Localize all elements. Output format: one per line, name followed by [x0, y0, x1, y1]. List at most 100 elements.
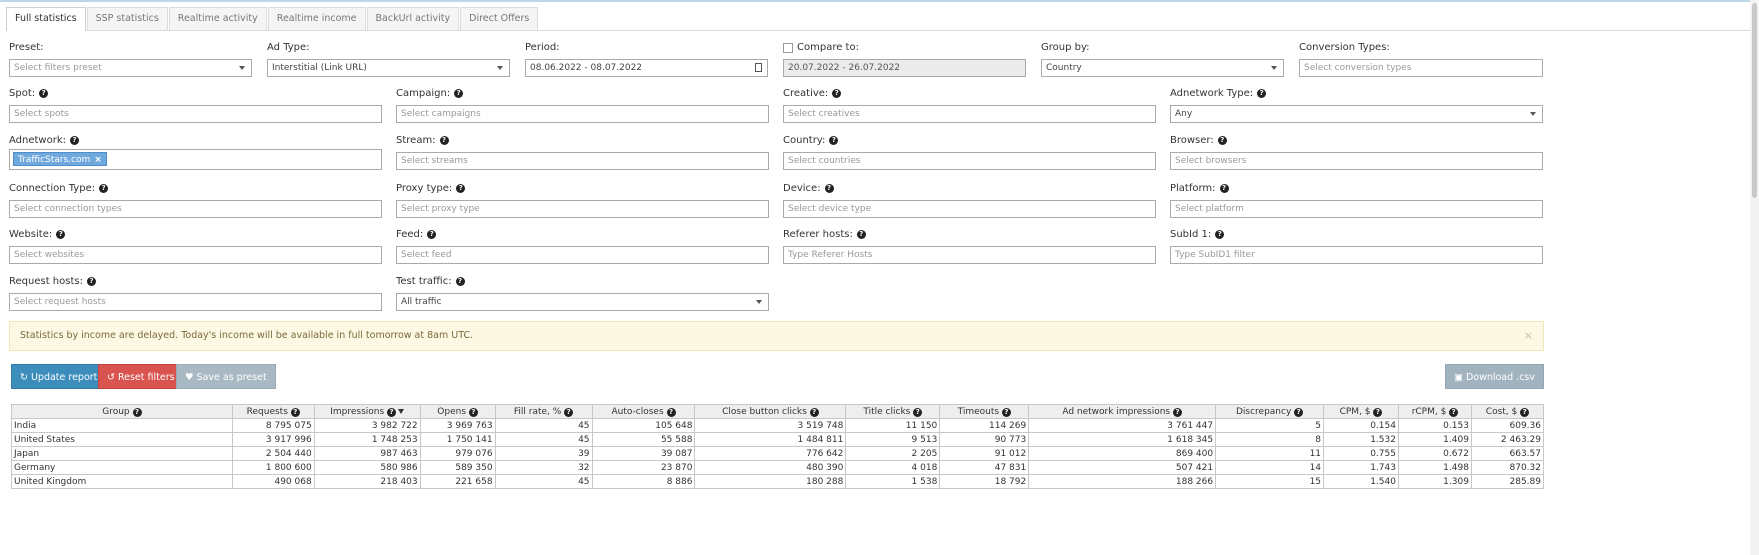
campaign-input[interactable]: Select campaigns [396, 105, 769, 123]
help-icon[interactable]: ? [86, 277, 96, 286]
help-icon[interactable]: ? [56, 230, 66, 239]
close-icon[interactable]: × [94, 155, 102, 165]
tab-full-statistics[interactable]: Full statistics [6, 7, 86, 31]
col-timeouts[interactable]: Timeouts ? [939, 404, 1030, 419]
tab-ssp-statistics[interactable]: SSP statistics [86, 7, 168, 30]
help-icon[interactable]: ? [1449, 407, 1459, 417]
adnetwork-tag-label: TrafficStars.com [18, 155, 91, 165]
help-icon[interactable]: ? [832, 89, 842, 98]
tab-backurl-activity[interactable]: BackUrl activity [366, 7, 460, 30]
scrollbar-thumb[interactable] [1752, 3, 1757, 198]
download-csv-button[interactable]: ▣ Download .csv [1444, 364, 1544, 389]
stream-input[interactable]: Select streams [396, 152, 769, 170]
close-icon[interactable]: × [1524, 322, 1533, 350]
compare-input[interactable]: 20.07.2022 - 26.07.2022 [783, 59, 1026, 77]
col-impressions[interactable]: Impressions ? [313, 404, 421, 419]
help-icon[interactable]: ? [1294, 407, 1304, 417]
help-icon[interactable]: ? [1257, 89, 1267, 98]
col-rcpm[interactable]: rCPM, $ ? [1397, 404, 1472, 419]
help-icon[interactable]: ? [1217, 136, 1227, 145]
group-by-select[interactable]: Country [1041, 59, 1284, 77]
spot-input[interactable]: Select spots [9, 105, 382, 123]
update-report-button[interactable]: ↻ Update report [11, 364, 107, 389]
col-opens[interactable]: Opens ? [419, 404, 496, 419]
help-icon[interactable]: ? [809, 407, 819, 417]
platform-input[interactable]: Select platform [1170, 200, 1543, 218]
stream-label-wrap: Stream:? [396, 135, 449, 146]
conversion-types-input[interactable]: Select conversion types [1299, 59, 1543, 77]
help-icon[interactable]: ? [455, 277, 465, 286]
proxy-type-input[interactable]: Select proxy type [396, 200, 769, 218]
help-icon[interactable]: ? [829, 136, 839, 145]
help-icon[interactable]: ? [132, 407, 142, 417]
col-close-button-clicks[interactable]: Close button clicks ? [694, 404, 847, 419]
browser-input[interactable]: Select browsers [1170, 152, 1543, 170]
adnetwork-type-select[interactable]: Any [1170, 105, 1543, 123]
feed-input[interactable]: Select feed [396, 246, 769, 264]
help-icon[interactable]: ? [454, 89, 464, 98]
device-input[interactable]: Select device type [783, 200, 1156, 218]
conversion-types-label: Conversion Types: [1299, 42, 1390, 53]
country-input[interactable]: Select countries [783, 152, 1156, 170]
preset-select[interactable]: Select filters preset [9, 59, 252, 77]
help-icon[interactable]: ? [70, 136, 79, 145]
download-icon: ▣ [1453, 372, 1463, 383]
col-ad-network-impressions[interactable]: Ad network impressions ? [1028, 404, 1217, 419]
help-icon[interactable]: ? [456, 184, 466, 193]
help-icon[interactable]: ? [1373, 407, 1383, 417]
help-icon[interactable]: ? [468, 407, 478, 417]
col-group[interactable]: Group ? [11, 404, 233, 419]
col-cost[interactable]: Cost, $ ? [1470, 404, 1545, 419]
col-auto-closes[interactable]: Auto-closes ? [591, 404, 696, 419]
browser-label: Browser: [1170, 135, 1214, 146]
help-icon[interactable]: ? [1215, 230, 1225, 239]
help-icon[interactable]: ? [39, 89, 49, 98]
help-icon[interactable]: ? [290, 407, 300, 417]
adnetwork-input[interactable]: TrafficStars.com × [9, 149, 382, 170]
test-traffic-select[interactable]: All traffic [396, 293, 769, 311]
table-row: India 8 795 075 3 982 722 3 969 763 45 105 64… [11, 418, 1545, 433]
tab-direct-offers[interactable]: Direct Offers [460, 7, 539, 30]
campaign-placeholder: Select campaigns [401, 109, 481, 119]
creative-input[interactable]: Select creatives [783, 105, 1156, 123]
help-icon[interactable]: ? [387, 407, 397, 417]
calendar-icon[interactable] [755, 63, 762, 72]
request-hosts-label: Request hosts: [9, 276, 83, 287]
help-icon[interactable]: ? [1219, 184, 1229, 193]
sort-desc-icon[interactable] [398, 408, 405, 414]
feed-label-wrap: Feed:? [396, 229, 437, 240]
col-requests[interactable]: Requests ? [231, 404, 315, 419]
tab-realtime-activity[interactable]: Realtime activity [168, 7, 267, 30]
website-input[interactable]: Select websites [9, 246, 382, 264]
stream-field: Stream:? Select streams [396, 135, 769, 171]
update-report-label: Update report [30, 372, 98, 383]
help-icon[interactable]: ? [427, 230, 437, 239]
help-icon[interactable]: ? [1001, 407, 1011, 417]
page-scrollbar[interactable] [1750, 0, 1759, 555]
col-fill-rate[interactable]: Fill rate, % ? [494, 404, 593, 419]
col-title-clicks[interactable]: Title clicks ? [845, 404, 941, 419]
creative-label: Creative: [783, 88, 829, 99]
help-icon[interactable]: ? [1173, 407, 1182, 417]
tab-realtime-income[interactable]: Realtime income [267, 7, 366, 30]
compare-checkbox[interactable] [783, 42, 793, 53]
connection-type-input[interactable]: Select connection types [9, 200, 382, 218]
save-preset-button[interactable]: ♥ Save as preset [176, 364, 276, 389]
referer-hosts-input[interactable]: Type Referer Hosts [783, 246, 1156, 264]
help-icon[interactable]: ? [856, 230, 866, 239]
col-discrepancy[interactable]: Discrepancy ? [1215, 404, 1325, 419]
help-icon[interactable]: ? [666, 407, 676, 417]
col-cpm[interactable]: CPM, $ ? [1323, 404, 1399, 419]
help-icon[interactable]: ? [1520, 407, 1530, 417]
help-icon[interactable]: ? [913, 407, 923, 417]
help-icon[interactable]: ? [99, 184, 109, 193]
reset-filters-button[interactable]: ↺ Reset filters [98, 364, 184, 389]
period-input[interactable]: 08.06.2022 - 08.07.2022 [525, 59, 768, 77]
subid1-input[interactable]: Type SubID1 filter [1170, 246, 1543, 264]
help-icon[interactable]: ? [439, 136, 449, 145]
ad-type-field: Ad Type: Interstitial (Link URL) [267, 42, 510, 78]
ad-type-select[interactable]: Interstitial (Link URL) [267, 59, 510, 77]
request-hosts-input[interactable]: Select request hosts [9, 293, 382, 311]
help-icon[interactable]: ? [824, 184, 834, 193]
help-icon[interactable]: ? [564, 407, 574, 417]
